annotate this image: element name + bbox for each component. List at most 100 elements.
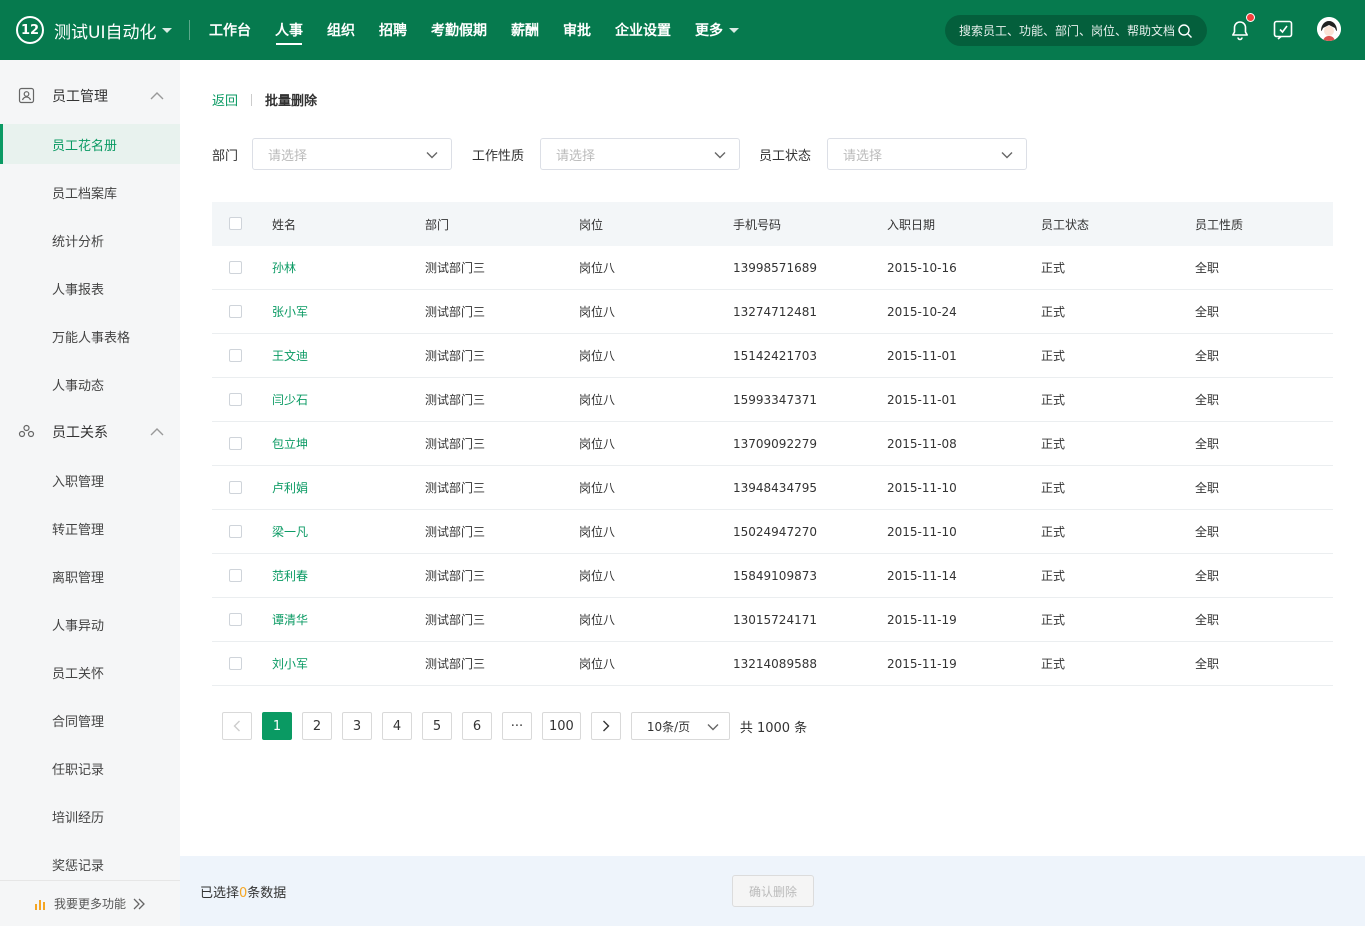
row-checkbox[interactable] xyxy=(229,569,242,582)
team-icon xyxy=(18,424,35,438)
employee-name-link[interactable]: 卢利娟 xyxy=(272,479,308,496)
row-checkbox[interactable] xyxy=(229,305,242,318)
nav-item-0[interactable]: 工作台 xyxy=(197,0,263,60)
page-size-select[interactable]: 10条/页 xyxy=(630,712,730,740)
nav-item-label: 组织 xyxy=(327,23,355,39)
select-all-checkbox[interactable] xyxy=(229,217,242,230)
nav-item-6[interactable]: 审批 xyxy=(551,0,603,60)
sidebar-item[interactable]: 人事动态 xyxy=(0,364,180,404)
nav-item-4[interactable]: 考勤假期 xyxy=(419,0,499,60)
app-logo-icon[interactable]: 12 xyxy=(16,16,44,44)
table-row[interactable]: 刘小军 测试部门三 岗位八 13214089588 2015-11-19 正式 全职 xyxy=(212,642,1333,686)
notification-bell-icon[interactable] xyxy=(1228,13,1255,42)
employee-name-link[interactable]: 谭清华 xyxy=(272,611,308,628)
sidebar-item[interactable]: 人事异动 xyxy=(0,604,180,644)
employee-name-link[interactable]: 范利春 xyxy=(272,567,308,584)
page-button[interactable]: 3 xyxy=(342,712,372,740)
table-cell: 全职 xyxy=(1195,481,1220,495)
sidebar-item[interactable]: 万能人事表格 xyxy=(0,316,180,356)
table-row[interactable]: 孙林 测试部门三 岗位八 13998571689 2015-10-16 正式 全职 xyxy=(212,246,1333,290)
table-row[interactable]: 梁一凡 测试部门三 岗位八 15024947270 2015-11-10 正式 全职 xyxy=(212,510,1333,554)
column-header: 部门 xyxy=(425,217,450,232)
table-cell: 岗位八 xyxy=(579,569,616,583)
table-cell: 13948434795 xyxy=(733,480,817,495)
nav-item-2[interactable]: 组织 xyxy=(315,0,367,60)
dept-filter-select[interactable]: 请选择 xyxy=(252,138,452,170)
page-ellipsis[interactable]: ··· xyxy=(502,712,532,740)
chevron-up-icon[interactable] xyxy=(150,427,164,436)
table-row[interactable]: 谭清华 测试部门三 岗位八 13015724171 2015-11-19 正式 全职 xyxy=(212,598,1333,642)
table-row[interactable]: 闫少石 测试部门三 岗位八 15993347371 2015-11-01 正式 全职 xyxy=(212,378,1333,422)
sidebar-item[interactable]: 员工花名册 xyxy=(0,124,180,164)
table-row[interactable]: 范利春 测试部门三 岗位八 15849109873 2015-11-14 正式 全职 xyxy=(212,554,1333,598)
row-checkbox[interactable] xyxy=(229,657,242,670)
employee-name-link[interactable]: 刘小军 xyxy=(272,655,308,672)
sidebar-item[interactable]: 员工关怀 xyxy=(0,652,180,692)
employee-status-filter-select[interactable]: 请选择 xyxy=(827,138,1027,170)
search-icon[interactable] xyxy=(1177,23,1193,39)
table-row[interactable]: 张小军 测试部门三 岗位八 13274712481 2015-10-24 正式 全职 xyxy=(212,290,1333,334)
sidebar-item[interactable]: 入职管理 xyxy=(0,460,180,500)
sidebar-item[interactable]: 合同管理 xyxy=(0,700,180,740)
page-button[interactable]: 2 xyxy=(302,712,332,740)
chevron-up-icon[interactable] xyxy=(150,91,164,100)
table-cell: 正式 xyxy=(1041,305,1066,319)
sidebar-item[interactable]: 员工档案库 xyxy=(0,172,180,212)
table-cell: 全职 xyxy=(1195,349,1220,363)
nav-item-1[interactable]: 人事 xyxy=(263,0,315,60)
sidebar-group-employee-management[interactable]: 员工管理 xyxy=(0,72,180,120)
back-link[interactable]: 返回 xyxy=(212,90,238,109)
table-cell: 正式 xyxy=(1041,349,1066,363)
sidebar-group-employee-relations[interactable]: 员工关系 xyxy=(0,408,180,456)
table-row[interactable]: 王文迪 测试部门三 岗位八 15142421703 2015-11-01 正式 全职 xyxy=(212,334,1333,378)
sidebar-item[interactable]: 任职记录 xyxy=(0,748,180,788)
prev-page-button[interactable] xyxy=(222,712,252,740)
search-input[interactable]: 搜索员工、功能、部门、岗位、帮助文档 xyxy=(959,22,1177,39)
sidebar-item[interactable]: 奖惩记录 xyxy=(0,844,180,884)
sidebar-item[interactable]: 离职管理 xyxy=(0,556,180,596)
nav-item-3[interactable]: 招聘 xyxy=(367,0,419,60)
page-button[interactable]: 1 xyxy=(262,712,292,740)
nav-item-label: 薪酬 xyxy=(511,23,539,39)
work-nature-filter-select[interactable]: 请选择 xyxy=(540,138,740,170)
page-button[interactable]: 4 xyxy=(382,712,412,740)
sidebar-item[interactable]: 转正管理 xyxy=(0,508,180,548)
page-button[interactable]: 6 xyxy=(462,712,492,740)
table-row[interactable]: 包立坤 测试部门三 岗位八 13709092279 2015-11-08 正式 全职 xyxy=(212,422,1333,466)
page-button[interactable]: 100 xyxy=(542,712,581,740)
row-checkbox[interactable] xyxy=(229,525,242,538)
nav-item-8[interactable]: 更多 xyxy=(683,0,751,60)
row-checkbox[interactable] xyxy=(229,481,242,494)
user-avatar[interactable] xyxy=(1317,17,1341,41)
row-checkbox[interactable] xyxy=(229,349,242,362)
app-switcher[interactable]: 测试UI自动化 xyxy=(54,18,173,43)
nav-item-5[interactable]: 薪酬 xyxy=(499,0,551,60)
feedback-icon[interactable] xyxy=(1271,18,1295,42)
row-checkbox[interactable] xyxy=(229,613,242,626)
confirm-delete-button[interactable]: 确认删除 xyxy=(732,875,814,907)
sidebar-item[interactable]: 统计分析 xyxy=(0,220,180,260)
table-cell: 13709092279 xyxy=(733,436,817,451)
row-checkbox[interactable] xyxy=(229,437,242,450)
global-search[interactable]: 搜索员工、功能、部门、岗位、帮助文档 xyxy=(945,15,1207,46)
sidebar-item[interactable]: 人事报表 xyxy=(0,268,180,308)
sidebar-item[interactable]: 培训经历 xyxy=(0,796,180,836)
table-row[interactable]: 卢利娟 测试部门三 岗位八 13948434795 2015-11-10 正式 全职 xyxy=(212,466,1333,510)
employee-name-link[interactable]: 张小军 xyxy=(272,303,308,320)
employee-name-link[interactable]: 闫少石 xyxy=(272,391,308,408)
page-button[interactable]: 5 xyxy=(422,712,452,740)
next-page-button[interactable] xyxy=(590,712,621,740)
selection-suffix: 条数据 xyxy=(247,885,287,901)
table-cell: 2015-11-10 xyxy=(887,524,957,539)
more-features-link[interactable]: 我要更多功能 xyxy=(0,880,180,926)
table-cell: 岗位八 xyxy=(579,437,616,451)
employee-name-link[interactable]: 孙林 xyxy=(272,259,296,276)
table-cell: 测试部门三 xyxy=(425,657,486,671)
employee-name-link[interactable]: 梁一凡 xyxy=(272,523,308,540)
row-checkbox[interactable] xyxy=(229,261,242,274)
employee-name-link[interactable]: 包立坤 xyxy=(272,435,308,452)
work-nature-filter-label: 工作性质 xyxy=(472,149,525,164)
employee-name-link[interactable]: 王文迪 xyxy=(272,347,308,364)
nav-item-7[interactable]: 企业设置 xyxy=(603,0,683,60)
row-checkbox[interactable] xyxy=(229,393,242,406)
